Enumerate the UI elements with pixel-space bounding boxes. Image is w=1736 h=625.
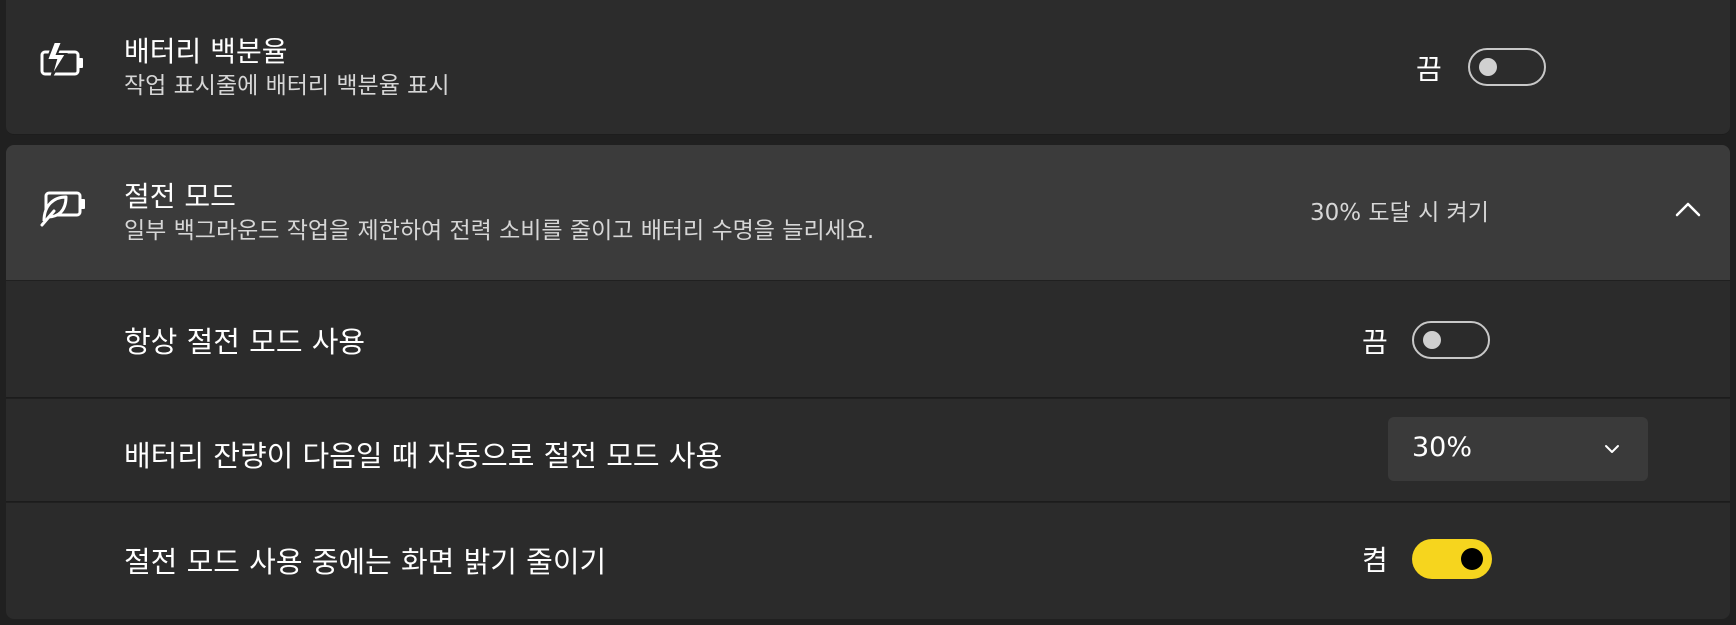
auto-battery-saver-label: 배터리 잔량이 다음일 때 자동으로 절전 모드 사용 [124, 439, 723, 473]
battery-threshold-dropdown[interactable]: 30% [1388, 417, 1648, 481]
battery-percentage-card: 배터리 백분율 작업 표시줄에 배터리 백분율 표시 끔 [6, 0, 1730, 135]
battery-saver-title: 절전 모드 [124, 180, 236, 213]
always-battery-saver-state-label: 끔 [1362, 326, 1388, 359]
always-battery-saver-row: 항상 절전 모드 사용 끔 [6, 281, 1730, 398]
battery-percentage-title: 배터리 백분율 [124, 35, 288, 68]
toggle-knob [1423, 331, 1441, 349]
battery-saver-description: 일부 백그라운드 작업을 제한하여 전력 소비를 줄이고 배터리 수명을 늘리세… [124, 218, 875, 244]
battery-saver-status: 30% 도달 시 켜기 [1310, 200, 1489, 226]
lower-brightness-toggle[interactable] [1412, 539, 1492, 579]
battery-percentage-description: 작업 표시줄에 배터리 백분율 표시 [124, 73, 450, 99]
lower-brightness-row: 절전 모드 사용 중에는 화면 밝기 줄이기 켬 [6, 503, 1730, 619]
toggle-knob [1461, 548, 1483, 570]
auto-battery-saver-row: 배터리 잔량이 다음일 때 자동으로 절전 모드 사용 30% [6, 399, 1730, 502]
toggle-knob [1479, 58, 1497, 76]
lower-brightness-state-label: 켬 [1362, 544, 1388, 577]
battery-threshold-value: 30% [1412, 432, 1473, 463]
lower-brightness-label: 절전 모드 사용 중에는 화면 밝기 줄이기 [124, 545, 607, 579]
always-battery-saver-label: 항상 절전 모드 사용 [124, 325, 366, 359]
battery-saver-card[interactable]: 절전 모드 일부 백그라운드 작업을 제한하여 전력 소비를 줄이고 배터리 수… [6, 145, 1730, 280]
battery-percentage-toggle[interactable] [1468, 48, 1546, 86]
always-battery-saver-toggle[interactable] [1412, 321, 1490, 359]
battery-charging-icon [40, 41, 83, 79]
battery-percentage-state-label: 끔 [1416, 53, 1442, 86]
chevron-up-icon[interactable] [1664, 185, 1712, 233]
chevron-down-icon [1605, 445, 1619, 453]
battery-saver-leaf-icon [40, 191, 85, 227]
